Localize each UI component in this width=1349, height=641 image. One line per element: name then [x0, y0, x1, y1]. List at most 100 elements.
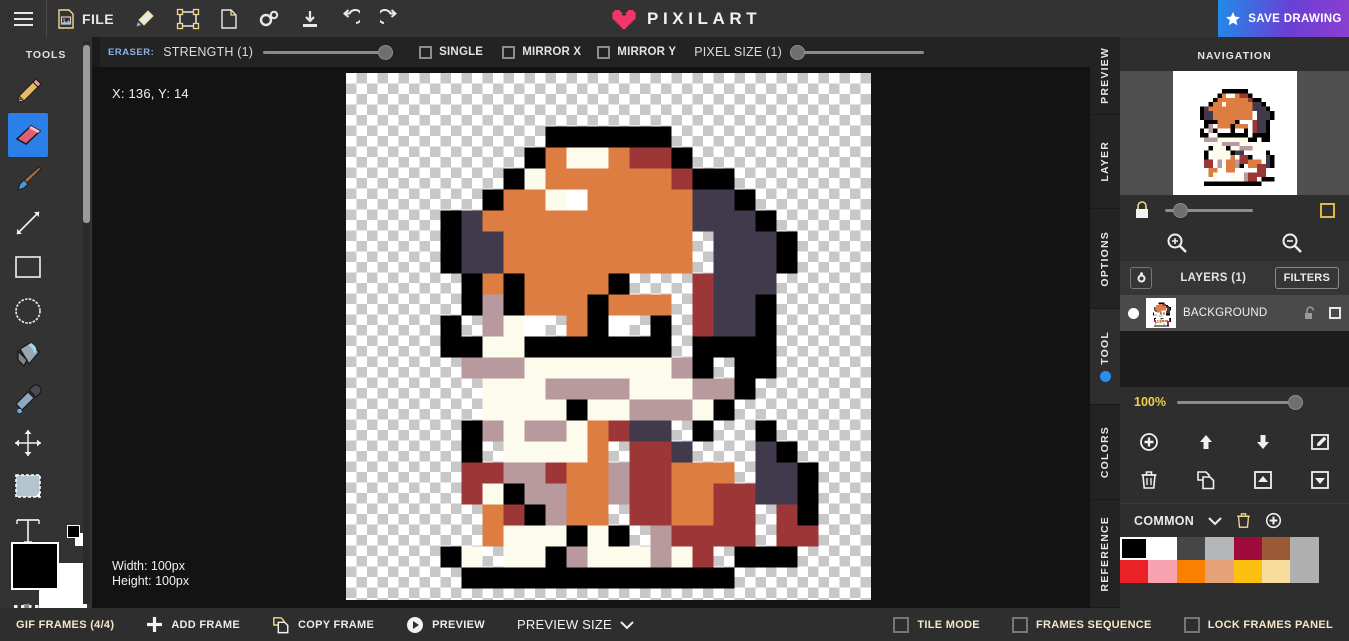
bucket-tool[interactable]: [8, 333, 48, 377]
pixel-size-slider-knob[interactable]: [790, 45, 805, 60]
tab-preview[interactable]: PREVIEW: [1090, 37, 1120, 115]
merge-down-button[interactable]: [1306, 466, 1334, 494]
pixel-size-slider[interactable]: [794, 45, 924, 59]
frames-sequence-checkbox[interactable]: [1012, 617, 1028, 633]
color-picker-button[interactable]: [124, 0, 166, 37]
preview-size-dropdown[interactable]: PREVIEW SIZE: [501, 608, 650, 641]
palette-swatch[interactable]: [1262, 560, 1290, 583]
move-tool[interactable]: [8, 421, 48, 465]
frames-sequence-option[interactable]: FRAMES SEQUENCE: [996, 608, 1168, 641]
lock-icon[interactable]: [1134, 201, 1150, 219]
layer-visibility-icon[interactable]: [1128, 308, 1139, 319]
drawing-canvas[interactable]: [346, 73, 871, 600]
palette-swatch[interactable]: [1234, 560, 1262, 583]
eraser-tool[interactable]: [8, 113, 48, 157]
layers-count-label: LAYERS (1): [1162, 272, 1265, 284]
gif-frames-label: GIF FRAMES (4/4): [16, 619, 114, 631]
save-drawing-button[interactable]: SAVE DRAWING: [1218, 0, 1349, 37]
canvas-area[interactable]: X: 136, Y: 14: [92, 67, 1120, 608]
settings-button[interactable]: [248, 0, 290, 37]
single-checkbox[interactable]: [419, 46, 432, 59]
mirror-x-option[interactable]: MIRROR X: [502, 46, 581, 59]
add-layer-button[interactable]: [1135, 428, 1163, 456]
layer-opacity-slider[interactable]: [1177, 395, 1302, 409]
lock-frames-checkbox[interactable]: [1184, 617, 1200, 633]
filters-button[interactable]: FILTERS: [1275, 267, 1339, 289]
new-file-button[interactable]: [210, 0, 248, 37]
line-tool[interactable]: [8, 201, 48, 245]
layer-opacity-knob[interactable]: [1288, 395, 1303, 410]
logo-text: PIXILART: [647, 9, 761, 29]
eyedropper-tool[interactable]: [8, 377, 48, 421]
chevron-down-icon[interactable]: [1208, 516, 1222, 526]
app-logo[interactable]: PIXILART: [612, 0, 761, 37]
palette-name-label: COMMON: [1134, 514, 1194, 528]
tab-tool[interactable]: TOOL: [1090, 309, 1120, 405]
layer-select-square-icon[interactable]: [1329, 307, 1341, 319]
zoom-in-icon[interactable]: [1166, 232, 1188, 254]
delete-layer-button[interactable]: [1135, 466, 1163, 494]
palette-swatch[interactable]: [1177, 560, 1205, 583]
palette-swatch[interactable]: [1120, 560, 1148, 583]
palette-swatch[interactable]: [1290, 560, 1318, 583]
tab-reference[interactable]: REFERENCE: [1090, 500, 1120, 608]
table-row[interactable]: BACKGROUND: [1120, 295, 1349, 331]
navigation-zoom-knob[interactable]: [1173, 203, 1188, 218]
mirror-y-checkbox[interactable]: [597, 46, 610, 59]
strength-slider-knob[interactable]: [378, 45, 393, 60]
gif-frames-item[interactable]: GIF FRAMES (4/4): [0, 608, 130, 641]
add-frame-button[interactable]: ADD FRAME: [130, 608, 256, 641]
ellipse-tool[interactable]: [8, 289, 48, 333]
mirror-y-option[interactable]: MIRROR Y: [597, 46, 676, 59]
layer-settings-button[interactable]: [1130, 267, 1152, 289]
menu-hamburger-icon[interactable]: [0, 0, 46, 37]
move-layer-up-button[interactable]: [1192, 428, 1220, 456]
pencil-tool[interactable]: [8, 69, 48, 113]
palette-swatch[interactable]: [1290, 537, 1318, 560]
palette-delete-icon[interactable]: [1236, 512, 1251, 529]
zoom-out-icon[interactable]: [1281, 232, 1303, 254]
palette-swatch[interactable]: [1205, 537, 1233, 560]
brush-tool[interactable]: [8, 157, 48, 201]
tab-colors[interactable]: COLORS: [1090, 405, 1120, 500]
tab-layer[interactable]: LAYER: [1090, 115, 1120, 209]
preview-button[interactable]: PREVIEW: [390, 608, 501, 641]
palette-swatch[interactable]: [1148, 560, 1176, 583]
canvas-dimensions: Width: 100px Height: 100px: [112, 559, 189, 588]
palette-swatch[interactable]: [1234, 537, 1262, 560]
palette-add-icon[interactable]: [1265, 512, 1282, 529]
palette-swatch[interactable]: [1177, 537, 1205, 560]
tools-scrollbar-thumb[interactable]: [83, 45, 90, 223]
select-tool[interactable]: [8, 465, 48, 509]
tile-mode-checkbox[interactable]: [893, 617, 909, 633]
file-menu-button[interactable]: FILE: [47, 0, 124, 37]
download-button[interactable]: [290, 0, 330, 37]
palette-swatch[interactable]: [1148, 537, 1176, 560]
palette-swatch[interactable]: [1262, 537, 1290, 560]
single-option[interactable]: SINGLE: [419, 46, 483, 59]
undo-button[interactable]: [330, 0, 370, 37]
strength-slider[interactable]: [263, 45, 393, 59]
lock-frames-option[interactable]: LOCK FRAMES PANEL: [1168, 608, 1349, 641]
palette-swatch[interactable]: [1205, 560, 1233, 583]
tile-mode-option[interactable]: TILE MODE: [877, 608, 996, 641]
primary-color-swatch[interactable]: [11, 542, 59, 590]
tools-title: TOOLS: [0, 37, 92, 69]
mirror-x-checkbox[interactable]: [502, 46, 515, 59]
resize-canvas-button[interactable]: [166, 0, 210, 37]
copy-frame-button[interactable]: COPY FRAME: [256, 608, 390, 641]
tab-colors-label: COLORS: [1099, 426, 1111, 478]
edit-layer-button[interactable]: [1306, 428, 1334, 456]
duplicate-layer-button[interactable]: [1192, 466, 1220, 494]
rectangle-tool[interactable]: [8, 245, 48, 289]
navigation-zoom-slider[interactable]: [1165, 203, 1253, 217]
unlock-icon[interactable]: [1303, 306, 1318, 321]
move-layer-down-button[interactable]: [1249, 428, 1277, 456]
navigation-preview[interactable]: [1120, 71, 1349, 195]
fit-square-icon[interactable]: [1320, 203, 1335, 218]
merge-up-button[interactable]: [1249, 466, 1277, 494]
palette-swatch[interactable]: [1120, 537, 1148, 560]
redo-button[interactable]: [370, 0, 410, 37]
tab-options[interactable]: OPTIONS: [1090, 209, 1120, 309]
preview-size-label: PREVIEW SIZE: [517, 617, 612, 632]
